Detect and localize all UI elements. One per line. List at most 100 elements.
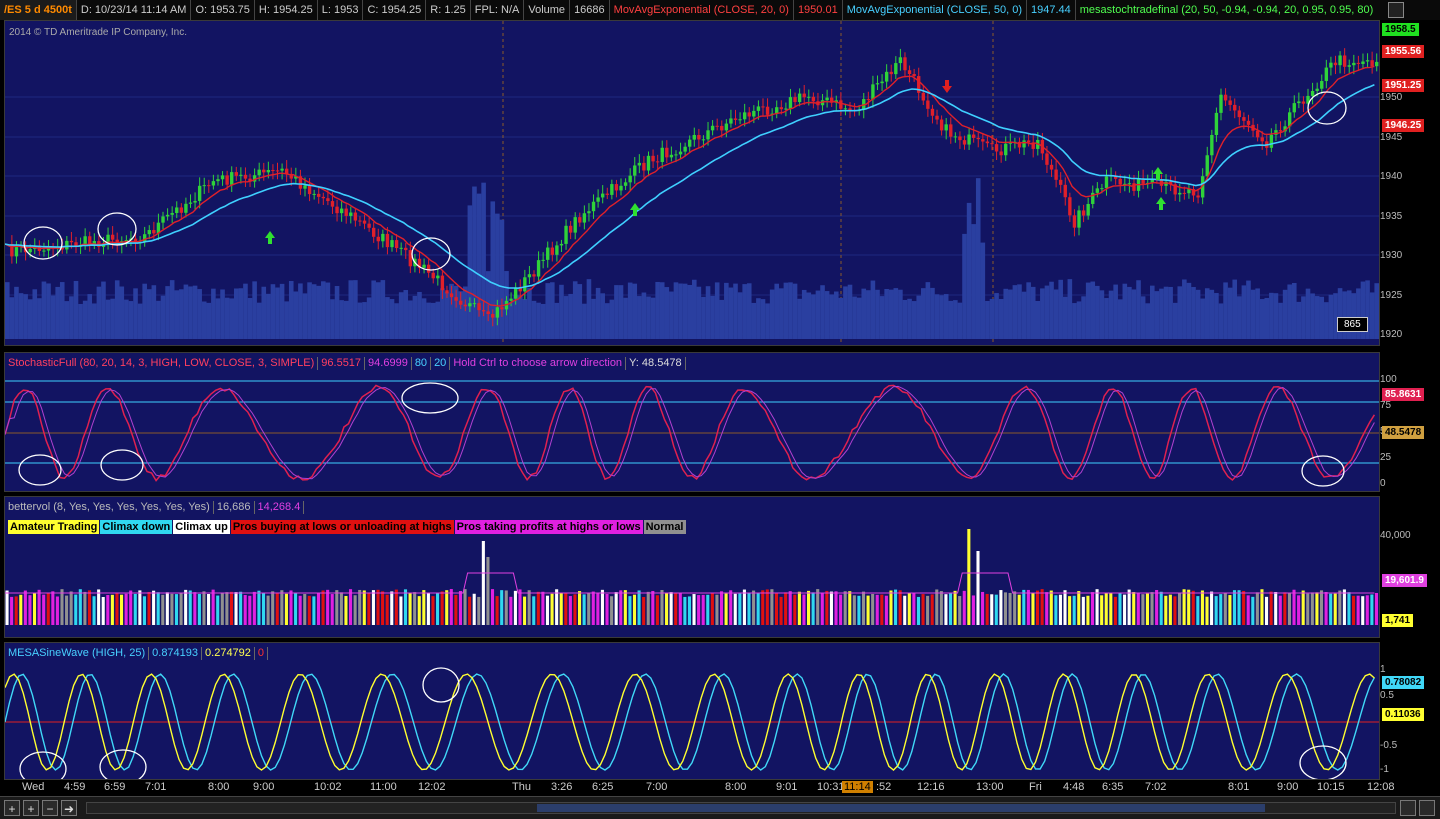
candle-body	[321, 196, 325, 199]
mesa-chart[interactable]	[5, 643, 1379, 779]
candle-body	[912, 74, 916, 77]
volume-bar	[426, 302, 431, 339]
volume-bar	[101, 281, 106, 339]
volume-bar	[220, 289, 225, 339]
volume-y-axis[interactable]: 40,000 19,601.9 1,741	[1380, 496, 1440, 638]
candle-body	[884, 71, 889, 82]
volume-histogram-bar	[829, 591, 833, 625]
candle-body	[326, 198, 330, 202]
stochastic-chart[interactable]	[5, 353, 1379, 491]
volume-bar	[921, 288, 926, 339]
volume-histogram-bar	[294, 593, 298, 625]
volume-histogram-bar	[665, 593, 669, 625]
volume-bar	[1195, 289, 1201, 339]
volume-histogram-bar	[500, 590, 504, 625]
candle-body	[257, 169, 261, 176]
volume-histogram-bar	[1356, 595, 1360, 625]
forward-arrow-icon[interactable]: ➜	[61, 800, 77, 816]
volume-histogram-bar	[1118, 593, 1122, 625]
bar-high: H: 1954.25	[255, 0, 318, 20]
volume-histogram-bar	[252, 591, 256, 625]
stoch-tick: 75	[1380, 400, 1392, 411]
volume-pane[interactable]: bettervol (8, Yes, Yes, Yes, Yes, Yes, Y…	[4, 496, 1380, 638]
volume-histogram-bar	[458, 591, 462, 625]
price-ma-tag: 1955.56	[1382, 45, 1425, 58]
zoom-in-button[interactable]: +	[23, 800, 39, 816]
volume-histogram-bar	[555, 589, 559, 625]
candle-body	[202, 185, 206, 187]
stochastic-y-axis[interactable]: 100 75 50 25 0 85.8631 48.5478	[1380, 352, 1440, 492]
volume-bar	[614, 285, 619, 339]
study-label[interactable]: mesastochtradefinal (20, 50, -0.94, -0.9…	[1076, 0, 1378, 20]
volume-histogram-bar	[239, 591, 243, 625]
zoom-out-button[interactable]: −	[42, 800, 58, 816]
scrollbar-thumb[interactable]	[537, 804, 1265, 812]
mesa-y-axis[interactable]: 1 0.5 -0.5 -1 0.78082 0.11036	[1380, 642, 1440, 780]
time-tick: :52	[876, 781, 892, 793]
candle-body	[674, 154, 678, 156]
volume-histogram-bar	[307, 595, 311, 625]
volume-bar	[728, 287, 734, 339]
candle-body	[459, 300, 463, 305]
candle-body	[623, 182, 628, 186]
stochastic-pane[interactable]: StochasticFull (80, 20, 14, 3, HIGH, LOW…	[4, 352, 1380, 492]
candle-body	[692, 134, 696, 140]
ma50-label[interactable]: MovAvgExponential (CLOSE, 50, 0)	[843, 0, 1027, 20]
candle-body	[42, 250, 46, 252]
price-y-axis[interactable]: 1958.5 1955.56 1951.25 1946.25 1950 1945…	[1380, 20, 1440, 346]
volume-histogram-bar	[802, 594, 806, 625]
volume-histogram-bar	[83, 591, 87, 625]
volume-bar	[774, 283, 780, 339]
volume-bar	[23, 294, 28, 339]
candle-body	[839, 100, 843, 109]
legend-amateur: Amateur Trading	[8, 520, 100, 534]
ma20-label[interactable]: MovAvgExponential (CLOSE, 20, 0)	[610, 0, 794, 20]
time-tick: 4:59	[64, 781, 86, 793]
candle-body	[358, 220, 362, 222]
symbol-field[interactable]: /ES 5 d 4500t	[0, 0, 77, 20]
time-tick: Fri	[1029, 781, 1042, 793]
volume-label[interactable]: Volume	[524, 0, 571, 20]
volume-histogram-bar	[614, 592, 618, 625]
candle-body	[1205, 155, 1209, 177]
volume-histogram-bar	[124, 593, 128, 625]
volume-histogram-bar	[701, 594, 705, 625]
collapse-icon[interactable]	[1388, 2, 1404, 18]
volume-histogram-bar	[326, 589, 330, 625]
candle-body	[1338, 55, 1342, 66]
volume-bar	[1127, 286, 1132, 339]
candle-body	[614, 184, 619, 191]
volume-chart[interactable]	[5, 497, 1379, 637]
volume-bar	[687, 284, 692, 339]
volume-histogram-bar	[1338, 590, 1342, 625]
volume-histogram-bar	[179, 592, 183, 625]
price-chart[interactable]	[5, 21, 1379, 345]
crosshair-icon[interactable]: +	[4, 800, 20, 816]
price-tick: 1940	[1380, 171, 1403, 182]
candle-body	[793, 97, 797, 103]
expand-right-icon[interactable]	[1419, 800, 1435, 816]
time-axis[interactable]: Wed 4:59 6:59 7:01 8:00 9:00 10:02 11:00 12:02 Th…	[0, 780, 1395, 794]
price-pane[interactable]: 2014 © TD Ameritrade IP Company, Inc. 86…	[4, 20, 1380, 346]
candle-body	[1246, 120, 1251, 125]
candle-body	[404, 247, 408, 251]
stoch-y-tag: 48.5478	[1382, 426, 1425, 439]
volume-bar	[1113, 284, 1118, 339]
volume-histogram-bar	[165, 592, 169, 625]
volume-histogram-bar	[10, 596, 14, 625]
mesa-pane[interactable]: MESASineWave (HIGH, 25) 0.874193 0.274792 0	[4, 642, 1380, 780]
ma20-value: 1950.01	[794, 0, 843, 20]
volume-bar	[64, 301, 70, 339]
time-tick: 7:02	[1145, 781, 1167, 793]
time-scrollbar[interactable]	[86, 802, 1396, 814]
volume-bar	[298, 283, 303, 339]
annotation-circle	[100, 449, 144, 481]
volume-bar	[362, 302, 367, 339]
candle-body	[1237, 110, 1241, 118]
volume-histogram-bar	[257, 590, 261, 625]
volume-bar	[256, 302, 262, 339]
volume-histogram-bar	[234, 592, 238, 625]
time-tick: 10:15	[1317, 781, 1345, 793]
expand-left-icon[interactable]	[1400, 800, 1416, 816]
volume-bar	[1030, 286, 1036, 339]
